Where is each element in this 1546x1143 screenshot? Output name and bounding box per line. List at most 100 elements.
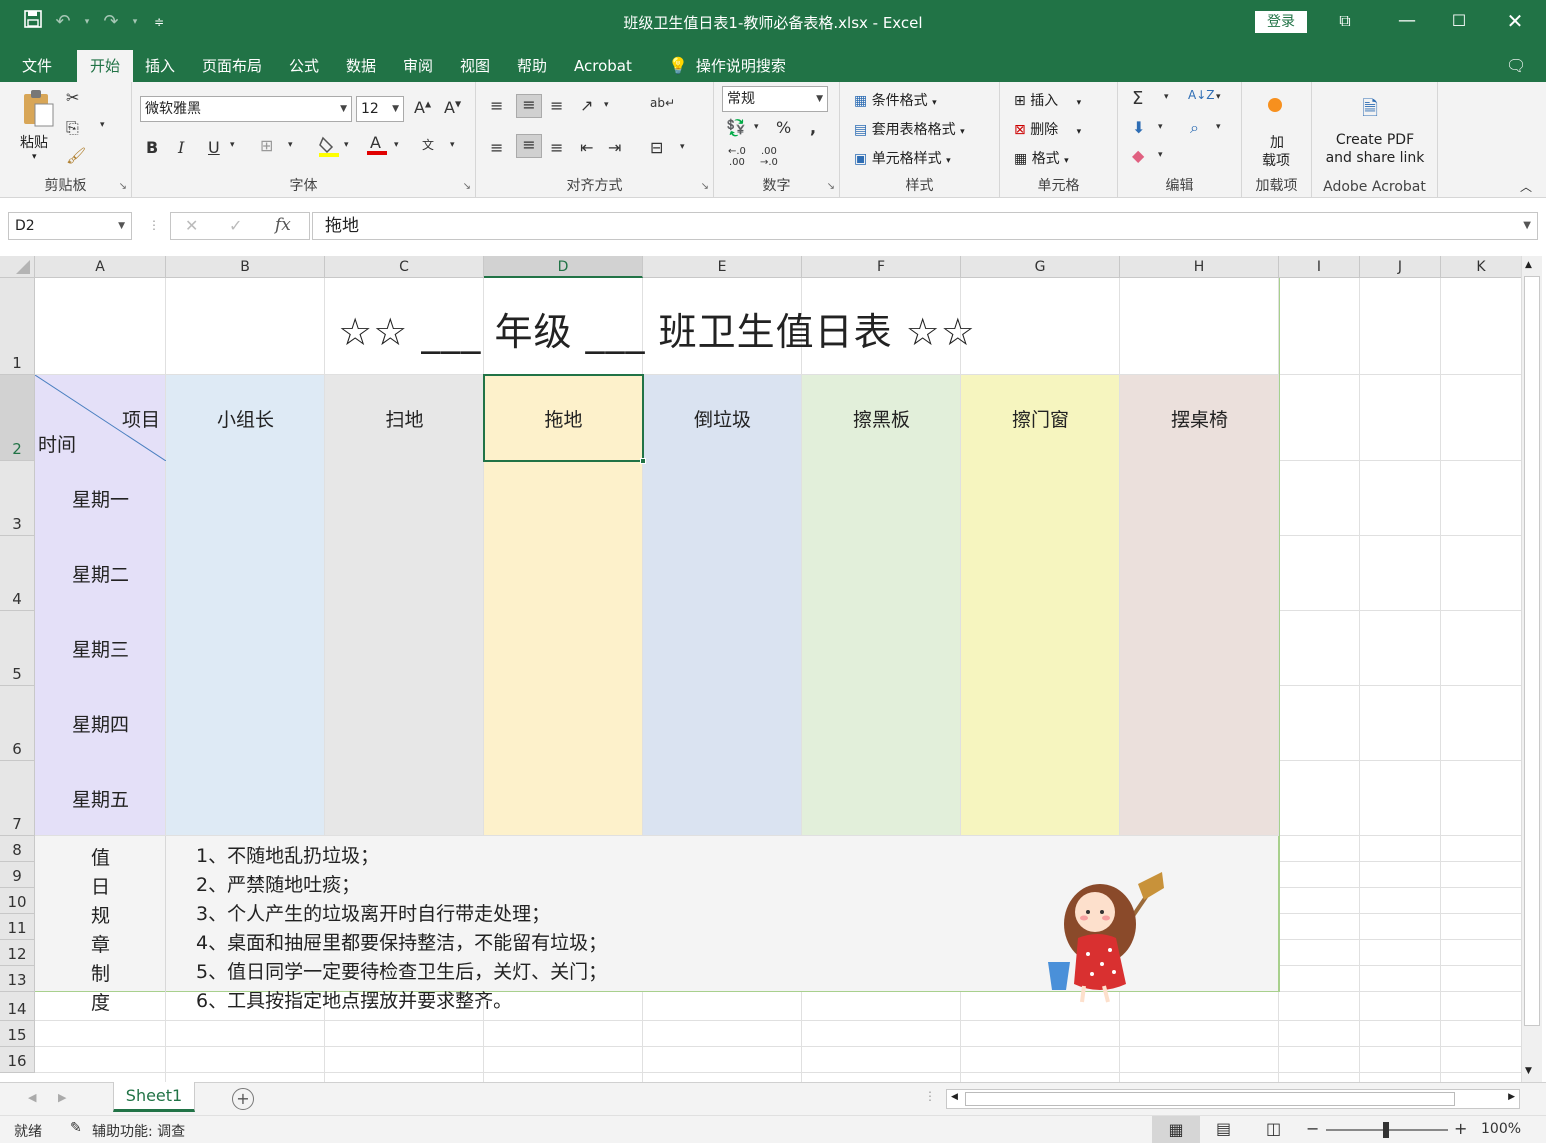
day-label-cell[interactable]: 星期五 — [35, 761, 166, 836]
column-header-k[interactable]: K — [1441, 256, 1522, 278]
addins-button-line1[interactable]: 加 — [1270, 132, 1284, 152]
fill-handle[interactable] — [640, 458, 646, 464]
bold-icon[interactable]: B — [146, 138, 158, 157]
column-header-d[interactable]: D — [484, 256, 643, 278]
phonetic-icon[interactable]: 文 — [422, 136, 434, 153]
underline-dropdown-icon[interactable]: ▾ — [230, 140, 235, 150]
font-size-combo[interactable]: 12 ▼ — [356, 96, 404, 122]
column-header-e[interactable]: E — [643, 256, 802, 278]
row-header-13[interactable]: 13 — [0, 966, 35, 992]
create-pdf-icon[interactable]: 🗎 — [1362, 94, 1378, 128]
row-header-7[interactable]: 7 — [0, 761, 35, 836]
font-color-icon[interactable]: A — [366, 132, 388, 162]
column-header-h[interactable]: H — [1120, 256, 1279, 278]
select-all-corner[interactable] — [0, 256, 35, 278]
fill-dropdown-icon[interactable]: ▾ — [1158, 122, 1163, 132]
drag-handle-icon[interactable]: ⋮ — [148, 218, 160, 232]
find-dropdown-icon[interactable]: ▾ — [1216, 122, 1221, 132]
paste-icon[interactable] — [20, 88, 56, 128]
tab-split-handle-icon[interactable]: ⋮ — [924, 1089, 936, 1103]
insert-function-icon[interactable]: fx — [275, 215, 291, 235]
vertical-scroll-thumb[interactable] — [1524, 276, 1540, 1026]
paste-button[interactable]: 粘贴 — [20, 132, 48, 152]
expand-formula-icon[interactable]: ▼ — [1523, 213, 1531, 239]
alignment-launcher-icon[interactable]: ↘ — [701, 181, 709, 192]
clear-dropdown-icon[interactable]: ▾ — [1158, 150, 1163, 160]
worksheet-grid[interactable]: ABCDEFGHIJK 1 2 3 4 5 6 7 8 9 10 11 12 13 14 15 16 ☆☆ _… — [0, 256, 1546, 1082]
row-header-9[interactable]: 9 — [0, 862, 35, 888]
row-header-5[interactable]: 5 — [0, 611, 35, 686]
accounting-icon[interactable]: 💱 — [726, 118, 746, 137]
page-break-view-icon[interactable]: ◫ — [1266, 1119, 1281, 1138]
phonetic-dropdown-icon[interactable]: ▾ — [450, 140, 455, 150]
decrease-font-icon[interactable]: A▼ — [444, 98, 461, 117]
tab-page-layout[interactable]: 页面布局 — [196, 50, 268, 82]
number-format-combo[interactable]: 常规 ▼ — [722, 86, 828, 112]
column-header-j[interactable]: J — [1360, 256, 1441, 278]
format-as-table-button[interactable]: ▤ 套用表格格式 ▾ — [854, 119, 965, 139]
format-painter-icon[interactable]: 🖌 — [66, 146, 86, 165]
fill-icon[interactable]: ⬇ — [1132, 118, 1145, 137]
diagonal-header-cell[interactable]: 项目 时间 — [35, 375, 166, 461]
column-header-f[interactable]: F — [802, 256, 961, 278]
paste-dropdown-icon[interactable]: ▾ — [32, 152, 37, 162]
align-center-icon[interactable]: ≡ — [516, 134, 542, 158]
day-label-cell[interactable]: 星期四 — [35, 686, 166, 761]
tab-data[interactable]: 数据 — [340, 50, 382, 82]
create-pdf-line2[interactable]: and share link — [1312, 150, 1438, 166]
horizontal-scroll-thumb[interactable] — [965, 1092, 1455, 1106]
row-header-4[interactable]: 4 — [0, 536, 35, 611]
clear-icon[interactable]: ◆ — [1132, 146, 1144, 165]
formula-input[interactable]: 拖地 ▼ — [312, 212, 1538, 240]
addins-icon[interactable] — [1268, 98, 1282, 112]
tab-review[interactable]: 审阅 — [397, 50, 439, 82]
maximize-icon[interactable]: ☐ — [1444, 8, 1474, 34]
page-layout-view-icon[interactable]: ▤ — [1216, 1119, 1231, 1138]
status-accessibility[interactable]: 辅助功能: 调查 — [92, 1121, 185, 1141]
merge-center-icon[interactable]: ⊟ — [650, 138, 663, 157]
next-sheet-icon[interactable]: ▶ — [58, 1091, 66, 1104]
find-select-icon[interactable]: ⌕ — [1190, 118, 1199, 138]
tab-formulas[interactable]: 公式 — [283, 50, 325, 82]
scroll-up-icon[interactable]: ▲ — [1525, 260, 1532, 270]
name-box[interactable]: D2 ▼ — [8, 212, 132, 240]
duty-header-cell[interactable]: 小组长 — [166, 375, 325, 461]
zoom-slider-thumb[interactable] — [1383, 1122, 1389, 1138]
font-color-dropdown-icon[interactable]: ▾ — [394, 140, 399, 150]
scroll-down-icon[interactable]: ▼ — [1525, 1066, 1532, 1076]
row-header-1[interactable]: 1 — [0, 278, 35, 375]
day-label-cell[interactable]: 星期三 — [35, 611, 166, 686]
orientation-dropdown-icon[interactable]: ▾ — [604, 100, 609, 110]
ribbon-display-options-icon[interactable]: ⧉ — [1330, 8, 1360, 34]
autosum-icon[interactable]: Σ — [1132, 88, 1143, 109]
column-header-b[interactable]: B — [166, 256, 325, 278]
zoom-in-icon[interactable]: + — [1454, 1119, 1467, 1138]
tab-acrobat[interactable]: Acrobat — [568, 50, 638, 82]
column-header-a[interactable]: A — [35, 256, 166, 278]
tab-insert[interactable]: 插入 — [139, 50, 181, 82]
prev-sheet-icon[interactable]: ◀ — [28, 1091, 36, 1104]
copy-dropdown-icon[interactable]: ▾ — [100, 120, 105, 130]
border-dropdown-icon[interactable]: ▾ — [288, 140, 293, 150]
row-header-10[interactable]: 10 — [0, 888, 35, 914]
create-pdf-line1[interactable]: Create PDF — [1312, 132, 1438, 148]
italic-icon[interactable]: I — [178, 138, 184, 157]
clipboard-launcher-icon[interactable]: ↘ — [119, 181, 127, 192]
tab-file[interactable]: 文件 — [16, 50, 58, 82]
zoom-level[interactable]: 100% — [1481, 1121, 1521, 1137]
row-header-8[interactable]: 8 — [0, 836, 35, 862]
underline-icon[interactable]: U — [208, 138, 220, 157]
accessibility-icon[interactable]: ✎ — [70, 1120, 82, 1136]
tell-me-search[interactable]: 💡 操作说明搜索 — [662, 50, 792, 82]
vertical-scrollbar[interactable]: ▲ ▼ — [1521, 256, 1542, 1082]
percent-icon[interactable]: % — [776, 118, 791, 137]
column-header-i[interactable]: I — [1279, 256, 1360, 278]
number-launcher-icon[interactable]: ↘ — [827, 181, 835, 192]
cell-styles-button[interactable]: ▣ 单元格样式 ▾ — [854, 148, 951, 168]
bottom-align-icon[interactable]: ≡ — [550, 96, 563, 115]
column-header-c[interactable]: C — [325, 256, 484, 278]
add-sheet-icon[interactable]: + — [232, 1088, 254, 1110]
increase-decimal-icon[interactable]: ←.0.00 — [728, 146, 746, 168]
wrap-text-icon[interactable]: ab↵ — [650, 96, 675, 110]
day-label-cell[interactable]: 星期二 — [35, 536, 166, 611]
